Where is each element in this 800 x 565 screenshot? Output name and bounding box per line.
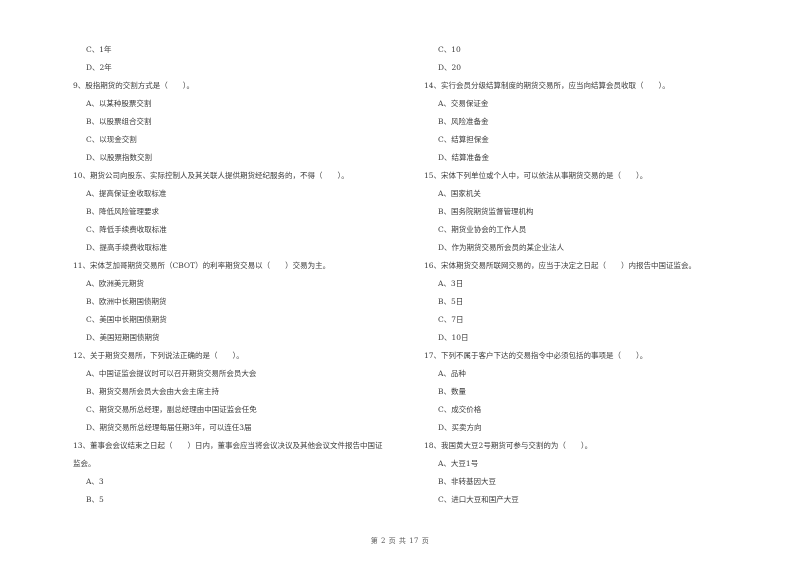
answer-option: A、以某种股票交割	[86, 99, 152, 108]
answer-option: B、期货交易所会员大会由大会主席主持	[86, 387, 220, 396]
answer-option: A、中国证监会提议时可以召开期货交易所会员大会	[86, 369, 257, 378]
question-text: 10、期货公司向股东、实际控制人及其关联人提供期货经纪服务的，不得（ ）。	[73, 171, 349, 180]
answer-option: C、结算担保金	[438, 135, 489, 144]
answer-option: C、成交价格	[438, 405, 482, 414]
answer-option: C、7日	[438, 315, 464, 324]
answer-option: A、3日	[438, 279, 464, 288]
question-text: 11、宋体芝加哥期货交易所（CBOT）的利率期货交易以（ ）交易为主。	[73, 261, 331, 270]
answer-option: D、结算准备金	[438, 153, 490, 162]
answer-option: C、进口大豆和国产大豆	[438, 495, 519, 504]
question-continuation: 监会。	[73, 459, 96, 468]
answer-option: A、3	[86, 477, 104, 486]
answer-option: D、提高手续费收取标准	[86, 243, 168, 252]
question-text: 16、宋体期货交易所联网交易的，应当于决定之日起（ ）内报告中国证监会。	[424, 261, 697, 270]
answer-option: C、1年	[86, 45, 112, 54]
page-footer: 第 2 页 共 17 页	[370, 537, 430, 545]
answer-option: A、提高保证金收取标准	[86, 189, 167, 198]
answer-option: B、5	[86, 495, 104, 504]
answer-option: B、降低风险管理要求	[86, 207, 160, 216]
answer-option: D、美国短期国债期货	[86, 333, 160, 342]
question-text: 9、股指期货的交割方式是（ ）。	[73, 81, 195, 90]
answer-option: A、国家机关	[438, 189, 481, 198]
answer-option: D、买卖方向	[438, 423, 482, 432]
answer-option: C、期货交易所总经理，副总经理由中国证监会任免	[86, 405, 257, 414]
question-text: 12、关于期货交易所，下列说法正确的是（ ）。	[73, 351, 244, 360]
answer-option: A、欧洲美元期货	[86, 279, 144, 288]
answer-option: C、期货业协会的工作人员	[438, 225, 527, 234]
answer-option: D、期货交易所总经理每届任期3年，可以连任3届	[86, 423, 252, 432]
answer-option: C、降低手续费收取标准	[86, 225, 167, 234]
answer-option: B、数量	[438, 387, 467, 396]
answer-option: C、10	[438, 45, 461, 54]
answer-option: C、美国中长期国债期货	[86, 315, 167, 324]
answer-option: D、2年	[86, 63, 112, 72]
answer-option: D、20	[438, 63, 462, 72]
answer-option: B、国务院期货监督管理机构	[438, 207, 534, 216]
question-text: 18、我国黄大豆2号期货可参与交割的为（ ）。	[424, 441, 593, 450]
answer-option: C、以现金交割	[86, 135, 137, 144]
question-text: 17、下列不属于客户下达的交易指令中必须包括的事项是（ ）。	[424, 351, 648, 360]
answer-option: B、以股票组合交割	[86, 117, 152, 126]
answer-option: B、非转基因大豆	[438, 477, 497, 486]
answer-option: B、5日	[438, 297, 464, 306]
question-text: 13、董事会会议结束之日起（ ）日内，董事会应当将会议决议及其他会议文件报告中国…	[73, 441, 383, 450]
question-text: 15、宋体下列单位或个人中，可以依法从事期货交易的是（ ）。	[424, 171, 648, 180]
answer-option: D、作为期货交易所会员的某企业法人	[438, 243, 565, 252]
answer-option: A、品种	[438, 369, 466, 378]
answer-option: D、10日	[438, 333, 469, 342]
answer-option: B、欧洲中长期国债期货	[86, 297, 167, 306]
answer-option: D、以股票指数交割	[86, 153, 153, 162]
answer-option: A、大豆1号	[438, 459, 479, 468]
answer-option: A、交易保证金	[438, 99, 489, 108]
answer-option: B、风险准备金	[438, 117, 489, 126]
question-text: 14、实行会员分级结算制度的期货交易所，应当向结算会员收取（ ）。	[424, 81, 670, 90]
